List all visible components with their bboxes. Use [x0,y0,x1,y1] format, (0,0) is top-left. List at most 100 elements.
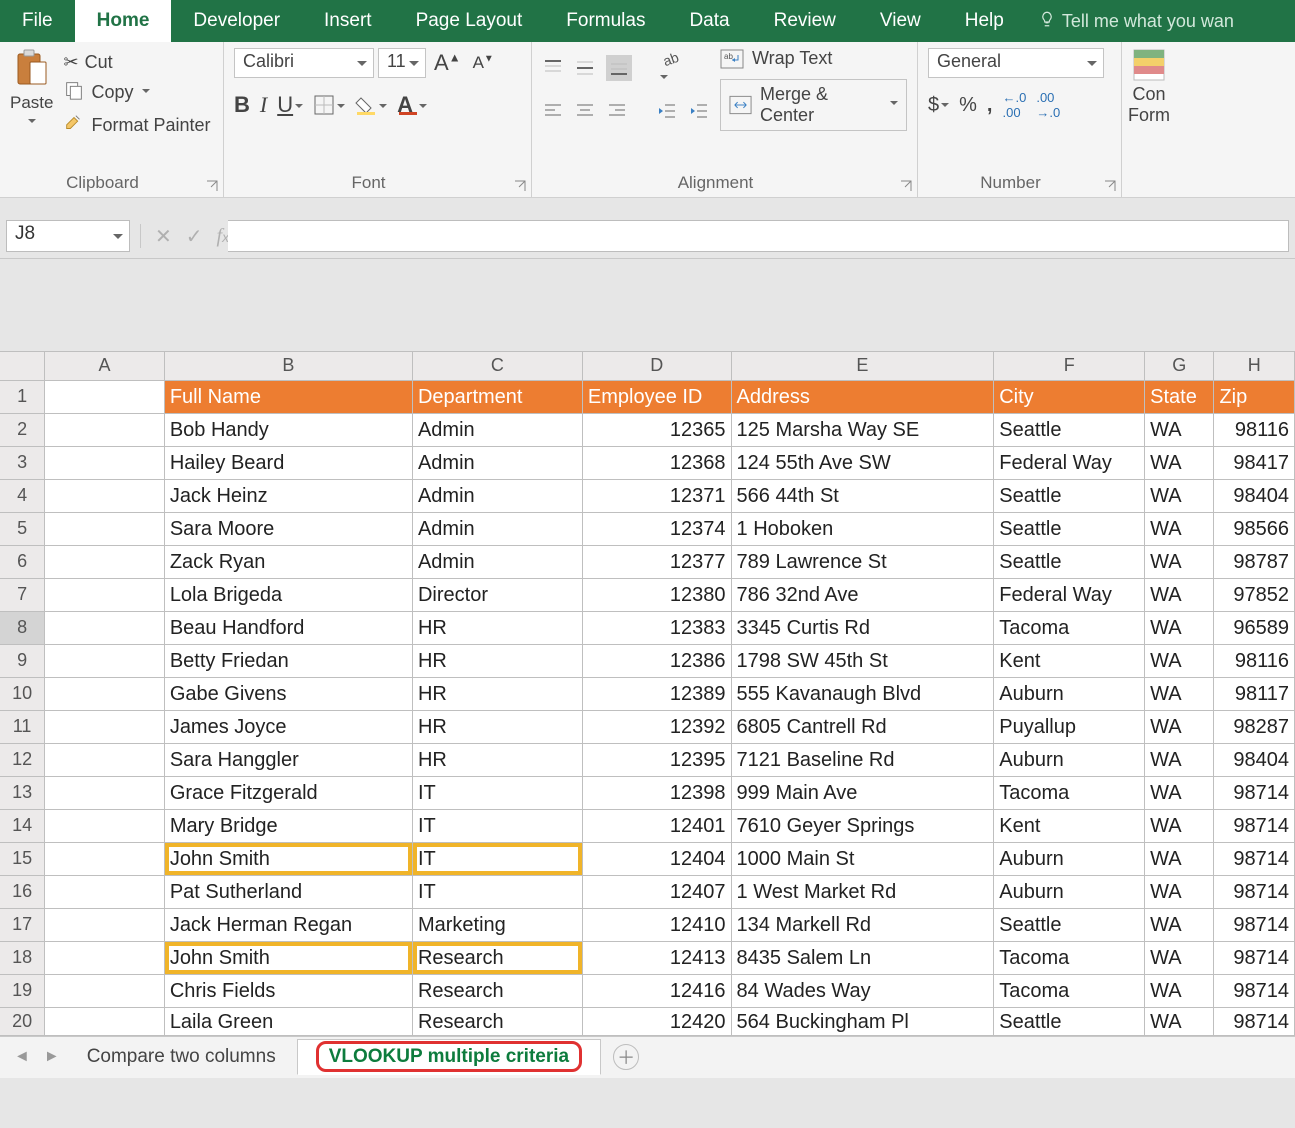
cell-D1[interactable]: Employee ID [582,380,731,413]
cell-H15[interactable]: 98714 [1214,842,1295,875]
cell-D13[interactable]: 12398 [582,776,731,809]
cell-A7[interactable] [45,578,165,611]
cell-D7[interactable]: 12380 [582,578,731,611]
paste-button[interactable]: Paste [10,48,53,131]
cell-E10[interactable]: 555 Kavanaugh Blvd [731,677,994,710]
cell-E19[interactable]: 84 Wades Way [731,974,994,1007]
cell-B2[interactable]: Bob Handy [164,413,412,446]
cell-E16[interactable]: 1 West Market Rd [731,875,994,908]
align-bottom-button[interactable] [606,55,632,81]
cell-E5[interactable]: 1 Hoboken [731,512,994,545]
cell-G3[interactable]: WA [1145,446,1214,479]
cell-A12[interactable] [45,743,165,776]
row-13[interactable]: 13 [0,776,45,809]
cell-D19[interactable]: 12416 [582,974,731,1007]
sheet-tab-compare[interactable]: Compare two columns [68,1039,295,1075]
cell-C9[interactable]: HR [412,644,582,677]
cell-C18[interactable]: Research [412,941,582,974]
cell-D10[interactable]: 12389 [582,677,731,710]
fill-color-button[interactable] [355,94,387,116]
cell-B12[interactable]: Sara Hanggler [164,743,412,776]
cell-E18[interactable]: 8435 Salem Ln [731,941,994,974]
row-10[interactable]: 10 [0,677,45,710]
name-box[interactable]: J8 [6,220,130,252]
row-3[interactable]: 3 [0,446,45,479]
cell-F14[interactable]: Kent [994,809,1145,842]
col-H[interactable]: H [1214,352,1295,380]
cell-C3[interactable]: Admin [412,446,582,479]
cell-G2[interactable]: WA [1145,413,1214,446]
row-5[interactable]: 5 [0,512,45,545]
cell-A2[interactable] [45,413,165,446]
comma-button[interactable]: , [987,94,993,117]
font-size-combo[interactable]: 11 [378,48,426,78]
shrink-font-button[interactable]: A▼ [469,53,498,73]
cell-D15[interactable]: 12404 [582,842,731,875]
underline-button[interactable]: U [277,92,303,118]
cell-F13[interactable]: Tacoma [994,776,1145,809]
cell-B4[interactable]: Jack Heinz [164,479,412,512]
cell-B5[interactable]: Sara Moore [164,512,412,545]
cell-B18[interactable]: John Smith [164,941,412,974]
cancel-formula-button[interactable]: ✕ [155,224,172,249]
cell-D9[interactable]: 12386 [582,644,731,677]
cell-E4[interactable]: 566 44th St [731,479,994,512]
cell-E6[interactable]: 789 Lawrence St [731,545,994,578]
cell-F10[interactable]: Auburn [994,677,1145,710]
dialog-launcher-clipboard[interactable] [205,179,219,193]
cell-E15[interactable]: 1000 Main St [731,842,994,875]
sheet-tab-vlookup[interactable]: VLOOKUP multiple criteria [297,1039,601,1075]
cell-F6[interactable]: Seattle [994,545,1145,578]
align-center-button[interactable] [574,100,596,122]
cell-B8[interactable]: Beau Handford [164,611,412,644]
cell-G13[interactable]: WA [1145,776,1214,809]
cell-H7[interactable]: 97852 [1214,578,1295,611]
row-16[interactable]: 16 [0,875,45,908]
row-17[interactable]: 17 [0,908,45,941]
row-8[interactable]: 8 [0,611,45,644]
cell-E1[interactable]: Address [731,380,994,413]
cell-A3[interactable] [45,446,165,479]
cell-D8[interactable]: 12383 [582,611,731,644]
font-name-combo[interactable]: Calibri [234,48,374,78]
cell-G16[interactable]: WA [1145,875,1214,908]
cell-H19[interactable]: 98714 [1214,974,1295,1007]
cell-F3[interactable]: Federal Way [994,446,1145,479]
cell-C10[interactable]: HR [412,677,582,710]
cell-B14[interactable]: Mary Bridge [164,809,412,842]
cell-G10[interactable]: WA [1145,677,1214,710]
decrease-indent-button[interactable] [656,100,678,122]
cell-H17[interactable]: 98714 [1214,908,1295,941]
cell-D3[interactable]: 12368 [582,446,731,479]
tab-file[interactable]: File [0,0,75,42]
col-B[interactable]: B [164,352,412,380]
cell-H2[interactable]: 98116 [1214,413,1295,446]
col-E[interactable]: E [731,352,994,380]
cell-E11[interactable]: 6805 Cantrell Rd [731,710,994,743]
row-18[interactable]: 18 [0,941,45,974]
cell-B19[interactable]: Chris Fields [164,974,412,1007]
cell-D18[interactable]: 12413 [582,941,731,974]
tab-data[interactable]: Data [667,0,751,42]
align-left-button[interactable] [542,100,564,122]
cell-B11[interactable]: James Joyce [164,710,412,743]
cell-E2[interactable]: 125 Marsha Way SE [731,413,994,446]
cell-E8[interactable]: 3345 Curtis Rd [731,611,994,644]
tab-page-layout[interactable]: Page Layout [394,0,545,42]
new-sheet-button[interactable]: ＋ [613,1044,639,1070]
cell-A20[interactable] [45,1007,165,1035]
cell-G7[interactable]: WA [1145,578,1214,611]
cell-B1[interactable]: Full Name [164,380,412,413]
tab-help[interactable]: Help [943,0,1026,42]
copy-button[interactable]: Copy [63,79,210,106]
cell-E3[interactable]: 124 55th Ave SW [731,446,994,479]
cell-E12[interactable]: 7121 Baseline Rd [731,743,994,776]
cell-D5[interactable]: 12374 [582,512,731,545]
conditional-formatting-button[interactable]: ConForm [1122,42,1174,197]
tell-me[interactable]: Tell me what you wan [1026,0,1246,42]
cell-E17[interactable]: 134 Markell Rd [731,908,994,941]
cell-A8[interactable] [45,611,165,644]
cell-F19[interactable]: Tacoma [994,974,1145,1007]
cell-C20[interactable]: Research [412,1007,582,1035]
cell-B16[interactable]: Pat Sutherland [164,875,412,908]
